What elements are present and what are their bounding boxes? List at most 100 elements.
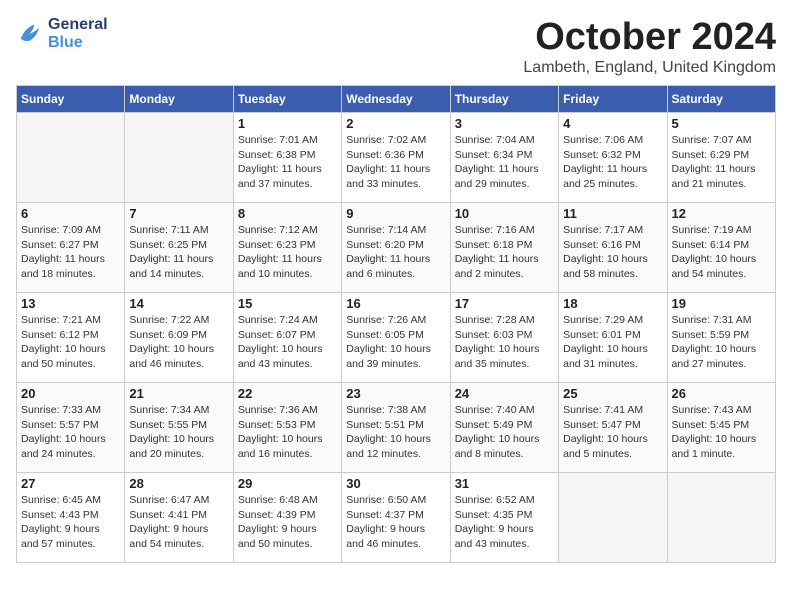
day-info: Sunrise: 7:43 AM Sunset: 5:45 PM Dayligh… — [672, 403, 771, 462]
day-number: 1 — [238, 116, 337, 131]
calendar-day-cell: 19 Sunrise: 7:31 AM Sunset: 5:59 PM Dayli… — [667, 293, 775, 383]
day-info: Sunrise: 6:52 AM Sunset: 4:35 PM Dayligh… — [455, 493, 554, 552]
day-info: Sunrise: 7:17 AM Sunset: 6:16 PM Dayligh… — [563, 223, 662, 282]
day-number: 16 — [346, 296, 445, 311]
day-info: Sunrise: 7:31 AM Sunset: 5:59 PM Dayligh… — [672, 313, 771, 372]
day-info: Sunrise: 7:36 AM Sunset: 5:53 PM Dayligh… — [238, 403, 337, 462]
day-info: Sunrise: 7:12 AM Sunset: 6:23 PM Dayligh… — [238, 223, 337, 282]
calendar-day-cell: 17 Sunrise: 7:28 AM Sunset: 6:03 PM Dayli… — [450, 293, 558, 383]
calendar-day-cell — [667, 473, 775, 563]
calendar-day-cell: 26 Sunrise: 7:43 AM Sunset: 5:45 PM Dayli… — [667, 383, 775, 473]
day-number: 9 — [346, 206, 445, 221]
day-info: Sunrise: 6:47 AM Sunset: 4:41 PM Dayligh… — [129, 493, 228, 552]
day-number: 18 — [563, 296, 662, 311]
calendar-day-cell: 16 Sunrise: 7:26 AM Sunset: 6:05 PM Dayli… — [342, 293, 450, 383]
day-info: Sunrise: 7:02 AM Sunset: 6:36 PM Dayligh… — [346, 133, 445, 192]
calendar-day-cell: 12 Sunrise: 7:19 AM Sunset: 6:14 PM Dayli… — [667, 203, 775, 293]
logo-text-block: General Blue — [48, 16, 108, 51]
calendar-day-cell: 25 Sunrise: 7:41 AM Sunset: 5:47 PM Dayli… — [559, 383, 667, 473]
calendar-day-cell — [559, 473, 667, 563]
day-number: 25 — [563, 386, 662, 401]
day-number: 22 — [238, 386, 337, 401]
calendar-day-cell: 18 Sunrise: 7:29 AM Sunset: 6:01 PM Dayli… — [559, 293, 667, 383]
day-number: 19 — [672, 296, 771, 311]
day-number: 7 — [129, 206, 228, 221]
calendar-day-cell: 13 Sunrise: 7:21 AM Sunset: 6:12 PM Dayli… — [17, 293, 125, 383]
calendar-day-cell: 2Sunrise: 7:02 AM Sunset: 6:36 PM Daylig… — [342, 113, 450, 203]
day-info: Sunrise: 7:22 AM Sunset: 6:09 PM Dayligh… — [129, 313, 228, 372]
day-info: Sunrise: 7:33 AM Sunset: 5:57 PM Dayligh… — [21, 403, 120, 462]
day-info: Sunrise: 7:14 AM Sunset: 6:20 PM Dayligh… — [346, 223, 445, 282]
day-info: Sunrise: 7:01 AM Sunset: 6:38 PM Dayligh… — [238, 133, 337, 192]
day-info: Sunrise: 7:06 AM Sunset: 6:32 PM Dayligh… — [563, 133, 662, 192]
day-number: 29 — [238, 476, 337, 491]
calendar-day-cell: 8 Sunrise: 7:12 AM Sunset: 6:23 PM Daylig… — [233, 203, 341, 293]
day-number: 6 — [21, 206, 120, 221]
day-of-week-header: Monday — [125, 86, 233, 113]
location-subtitle: Lambeth, England, United Kingdom — [523, 59, 776, 77]
day-info: Sunrise: 7:19 AM Sunset: 6:14 PM Dayligh… — [672, 223, 771, 282]
day-of-week-header: Saturday — [667, 86, 775, 113]
logo-line2: Blue — [48, 34, 108, 52]
calendar-day-cell: 21 Sunrise: 7:34 AM Sunset: 5:55 PM Dayli… — [125, 383, 233, 473]
logo-icon — [16, 20, 44, 48]
day-of-week-header: Friday — [559, 86, 667, 113]
calendar-day-cell: 24Sunrise: 7:40 AM Sunset: 5:49 PM Dayli… — [450, 383, 558, 473]
day-info: Sunrise: 7:04 AM Sunset: 6:34 PM Dayligh… — [455, 133, 554, 192]
day-info: Sunrise: 7:38 AM Sunset: 5:51 PM Dayligh… — [346, 403, 445, 462]
day-number: 20 — [21, 386, 120, 401]
day-info: Sunrise: 7:28 AM Sunset: 6:03 PM Dayligh… — [455, 313, 554, 372]
calendar-week-row: 6Sunrise: 7:09 AM Sunset: 6:27 PM Daylig… — [17, 203, 776, 293]
calendar-day-cell: 28 Sunrise: 6:47 AM Sunset: 4:41 PM Dayli… — [125, 473, 233, 563]
day-info: Sunrise: 6:50 AM Sunset: 4:37 PM Dayligh… — [346, 493, 445, 552]
day-number: 28 — [129, 476, 228, 491]
day-info: Sunrise: 7:24 AM Sunset: 6:07 PM Dayligh… — [238, 313, 337, 372]
calendar-week-row: 1 Sunrise: 7:01 AM Sunset: 6:38 PM Daylig… — [17, 113, 776, 203]
day-number: 14 — [129, 296, 228, 311]
day-number: 30 — [346, 476, 445, 491]
day-number: 12 — [672, 206, 771, 221]
calendar-week-row: 20 Sunrise: 7:33 AM Sunset: 5:57 PM Dayli… — [17, 383, 776, 473]
logo-line1: General — [48, 16, 108, 34]
calendar-day-cell: 23Sunrise: 7:38 AM Sunset: 5:51 PM Dayli… — [342, 383, 450, 473]
day-number: 15 — [238, 296, 337, 311]
day-info: Sunrise: 7:41 AM Sunset: 5:47 PM Dayligh… — [563, 403, 662, 462]
day-of-week-header: Tuesday — [233, 86, 341, 113]
day-info: Sunrise: 6:48 AM Sunset: 4:39 PM Dayligh… — [238, 493, 337, 552]
day-of-week-header: Sunday — [17, 86, 125, 113]
page-header: General Blue October 2024 Lambeth, Engla… — [16, 16, 776, 77]
day-number: 3 — [455, 116, 554, 131]
calendar-week-row: 27 Sunrise: 6:45 AM Sunset: 4:43 PM Dayli… — [17, 473, 776, 563]
day-info: Sunrise: 7:21 AM Sunset: 6:12 PM Dayligh… — [21, 313, 120, 372]
day-number: 4 — [563, 116, 662, 131]
day-number: 10 — [455, 206, 554, 221]
day-number: 5 — [672, 116, 771, 131]
title-block: October 2024 Lambeth, England, United Ki… — [523, 16, 776, 77]
day-number: 26 — [672, 386, 771, 401]
day-info: Sunrise: 7:40 AM Sunset: 5:49 PM Dayligh… — [455, 403, 554, 462]
day-number: 13 — [21, 296, 120, 311]
calendar-day-cell: 22 Sunrise: 7:36 AM Sunset: 5:53 PM Dayli… — [233, 383, 341, 473]
calendar-day-cell: 6Sunrise: 7:09 AM Sunset: 6:27 PM Daylig… — [17, 203, 125, 293]
calendar-week-row: 13 Sunrise: 7:21 AM Sunset: 6:12 PM Dayli… — [17, 293, 776, 383]
calendar-day-cell: 29 Sunrise: 6:48 AM Sunset: 4:39 PM Dayli… — [233, 473, 341, 563]
day-number: 11 — [563, 206, 662, 221]
calendar-day-cell: 3 Sunrise: 7:04 AM Sunset: 6:34 PM Daylig… — [450, 113, 558, 203]
calendar-day-cell: 7Sunrise: 7:11 AM Sunset: 6:25 PM Daylig… — [125, 203, 233, 293]
day-info: Sunrise: 7:29 AM Sunset: 6:01 PM Dayligh… — [563, 313, 662, 372]
calendar-day-cell: 1 Sunrise: 7:01 AM Sunset: 6:38 PM Daylig… — [233, 113, 341, 203]
day-number: 27 — [21, 476, 120, 491]
day-info: Sunrise: 6:45 AM Sunset: 4:43 PM Dayligh… — [21, 493, 120, 552]
calendar-day-cell: 10Sunrise: 7:16 AM Sunset: 6:18 PM Dayli… — [450, 203, 558, 293]
day-number: 8 — [238, 206, 337, 221]
day-number: 17 — [455, 296, 554, 311]
calendar-day-cell: 31Sunrise: 6:52 AM Sunset: 4:35 PM Dayli… — [450, 473, 558, 563]
day-number: 21 — [129, 386, 228, 401]
calendar-day-cell — [125, 113, 233, 203]
day-info: Sunrise: 7:34 AM Sunset: 5:55 PM Dayligh… — [129, 403, 228, 462]
logo: General Blue — [16, 16, 108, 51]
day-info: Sunrise: 7:07 AM Sunset: 6:29 PM Dayligh… — [672, 133, 771, 192]
calendar-day-cell: 11 Sunrise: 7:17 AM Sunset: 6:16 PM Dayli… — [559, 203, 667, 293]
calendar-table: SundayMondayTuesdayWednesdayThursdayFrid… — [16, 85, 776, 563]
day-info: Sunrise: 7:26 AM Sunset: 6:05 PM Dayligh… — [346, 313, 445, 372]
